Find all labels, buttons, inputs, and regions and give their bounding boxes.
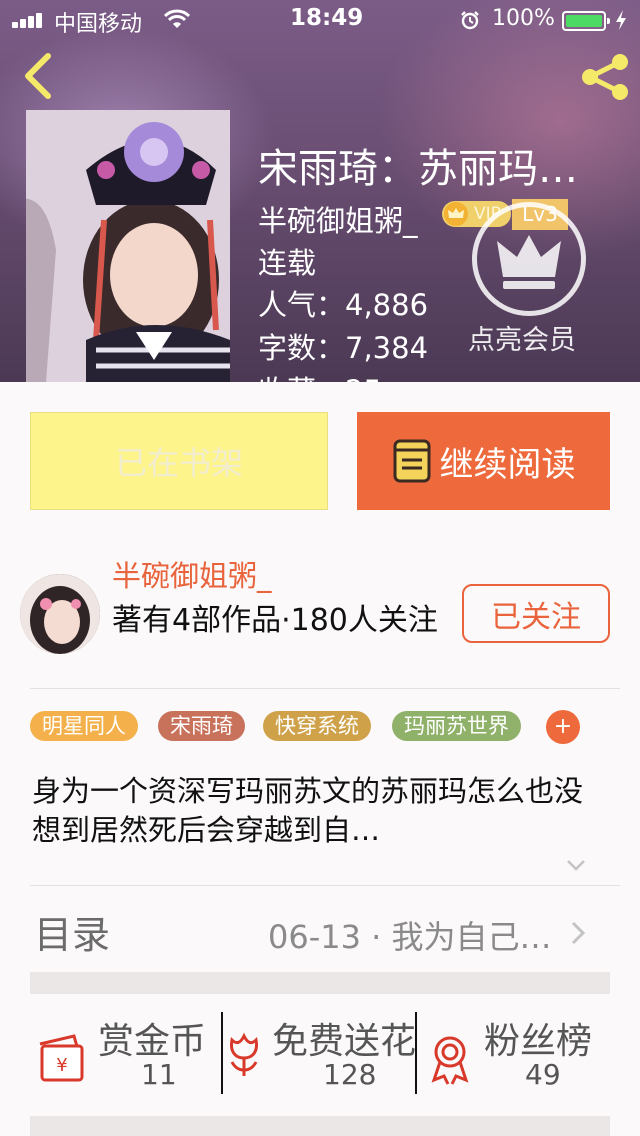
- carrier-label: 中国移动: [54, 12, 143, 37]
- tag-chip[interactable]: 玛丽苏世界: [392, 711, 521, 741]
- wifi-icon: [164, 9, 190, 28]
- cover-portrait: [26, 110, 230, 382]
- book-word-count: 字数：7,384: [258, 325, 428, 367]
- fan-ranking-label[interactable]: 粉丝榜: [484, 1012, 592, 1064]
- continue-reading-label: 继续阅读: [439, 444, 576, 485]
- reward-coins-label[interactable]: 赏金币: [98, 1012, 206, 1064]
- latest-chapter[interactable]: 06-13 · 我为自己代言: [268, 912, 564, 958]
- signal-icon: [12, 12, 48, 28]
- word-count-value: 7,384: [345, 331, 429, 365]
- battery-icon: [562, 11, 610, 31]
- chevron-down-icon[interactable]: [566, 858, 586, 872]
- section-separator: [30, 972, 610, 994]
- catalog-label[interactable]: 目录: [34, 904, 110, 959]
- favorites-value: 25: [345, 374, 382, 382]
- share-icon[interactable]: [576, 52, 634, 102]
- book-author[interactable]: 半碗御姐粥_: [258, 198, 418, 240]
- back-arrow-icon[interactable]: [16, 50, 60, 102]
- reward-coins-value: 11: [141, 1058, 177, 1091]
- medal-icon[interactable]: [422, 1030, 478, 1086]
- svg-text:¥: ¥: [56, 1055, 67, 1076]
- book-favorites: 收藏：25: [258, 368, 382, 382]
- tag-chip[interactable]: 明星同人: [30, 711, 138, 741]
- in-bookshelf-button[interactable]: 已在书架: [30, 412, 328, 510]
- popularity-label: 人气：: [258, 288, 346, 322]
- status-bar: 中国移动 18:49 100%: [0, 0, 640, 40]
- chevron-right-icon[interactable]: [570, 920, 586, 946]
- divider: [415, 1012, 417, 1094]
- book-status: 连载: [258, 246, 317, 280]
- member-crown-icon[interactable]: [472, 202, 586, 316]
- divider: [30, 885, 620, 886]
- book-synopsis[interactable]: 身为一个资深写玛丽苏文的苏丽玛怎么也没想到居然死后会穿越到自…: [32, 772, 592, 850]
- book-popularity: 人气：4,886: [258, 282, 428, 324]
- author-stats: 著有4部作品·180人关注: [112, 603, 438, 638]
- book-cover-image[interactable]: [26, 110, 230, 382]
- tag-chip[interactable]: 快穿系统: [263, 711, 371, 741]
- favorites-label: 收藏：: [258, 374, 345, 382]
- vip-crown-icon: [444, 202, 468, 226]
- follow-button[interactable]: 已关注: [462, 584, 610, 643]
- battery-fill: [566, 15, 602, 27]
- tag-chip[interactable]: 宋雨琦: [158, 711, 245, 741]
- author-name[interactable]: 半碗御姐粥_: [112, 553, 272, 595]
- book-header: 中国移动 18:49 100% 宋雨琦：苏丽玛… 半碗御姐粥_ 连载 人气：4,…: [0, 0, 640, 382]
- free-flowers-label[interactable]: 免费送花: [272, 1012, 416, 1064]
- section-separator: [30, 1116, 610, 1136]
- author-avatar[interactable]: [20, 574, 100, 654]
- battery-percentage: 100%: [492, 6, 555, 31]
- member-light-up-label[interactable]: 点亮会员: [468, 318, 576, 357]
- book-icon: [393, 439, 430, 483]
- charging-bolt-icon: [616, 10, 626, 30]
- book-detail-screen: 中国移动 18:49 100% 宋雨琦：苏丽玛… 半碗御姐粥_ 连载 人气：4,…: [0, 0, 640, 1136]
- free-flowers-value: 128: [323, 1058, 377, 1091]
- fan-ranking-value: 49: [525, 1058, 561, 1091]
- popularity-value: 4,886: [345, 288, 429, 322]
- book-title: 宋雨琦：苏丽玛…: [258, 146, 578, 192]
- clock-time: 18:49: [290, 5, 364, 31]
- continue-reading-button[interactable]: 继续阅读: [357, 412, 610, 510]
- add-tag-button[interactable]: +: [546, 710, 580, 744]
- red-envelope-icon[interactable]: ¥: [34, 1030, 90, 1086]
- flower-icon[interactable]: [216, 1026, 272, 1082]
- alarm-icon: [461, 11, 479, 30]
- divider: [30, 688, 620, 689]
- word-count-label: 字数：: [258, 331, 346, 365]
